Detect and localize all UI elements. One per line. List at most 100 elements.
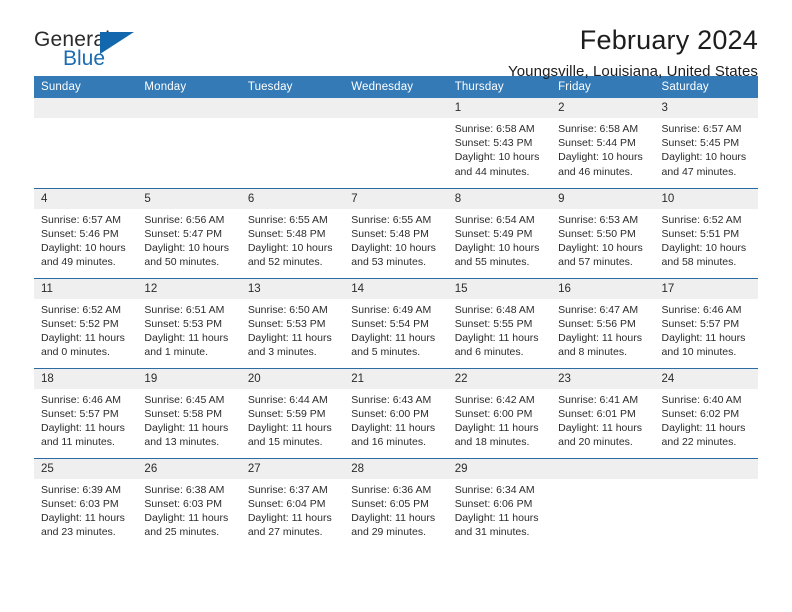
sun-info-line-sunset: Sunset: 6:06 PM <box>454 497 533 510</box>
sun-info-line-daylight-line2: and 15 minutes. <box>247 436 323 449</box>
day-sun-info: Sunrise: 6:39 AM Sunset: 6:03 PM Daylight:… <box>34 479 137 540</box>
sun-info-line-sunset: Sunset: 5:49 PM <box>454 227 533 240</box>
sun-info-line-sunrise: Sunrise: 6:38 AM <box>144 483 225 496</box>
calendar-day-cell[interactable]: 24 Sunrise: 6:40 AM Sunset: 6:02 PM Dayligh… <box>654 367 758 458</box>
sun-info-line-daylight-line2: and 47 minutes. <box>661 165 737 178</box>
day-number <box>654 458 758 479</box>
sun-info-line-daylight-line2: and 0 minutes. <box>41 346 110 359</box>
calendar-day-cell[interactable]: 17 Sunrise: 6:46 AM Sunset: 5:57 PM Dayligh… <box>654 277 758 368</box>
calendar-day-cell[interactable]: 11 Sunrise: 6:52 AM Sunset: 5:52 PM Dayligh… <box>34 277 138 368</box>
sun-info-line-sunset: Sunset: 6:04 PM <box>247 497 326 510</box>
day-sun-info: Sunrise: 6:55 AM Sunset: 5:48 PM Daylight:… <box>241 209 344 270</box>
sun-info-line-sunrise: Sunrise: 6:52 AM <box>661 213 742 226</box>
sun-info-line-sunset: Sunset: 6:03 PM <box>41 497 119 510</box>
calendar-day-cell[interactable]: 28 Sunrise: 6:36 AM Sunset: 6:05 PM Dayligh… <box>344 457 448 548</box>
sun-info-line-daylight-line2: and 20 minutes. <box>558 436 633 449</box>
day-number: 6 <box>240 188 345 209</box>
calendar-day-cell[interactable]: 3 Sunrise: 6:57 AM Sunset: 5:45 PM Daylight… <box>654 98 758 188</box>
day-number: 17 <box>654 278 758 299</box>
sun-info-line-sunrise: Sunrise: 6:41 AM <box>558 393 639 406</box>
calendar-day-cell[interactable]: 13 Sunrise: 6:50 AM Sunset: 5:53 PM Dayligh… <box>240 277 345 368</box>
sun-info-line-daylight-line2: and 10 minutes. <box>661 346 737 359</box>
day-number: 19 <box>137 368 241 389</box>
sun-info-line-sunrise: Sunrise: 6:55 AM <box>247 213 328 226</box>
sun-info-line-daylight-line1: Daylight: 10 hours <box>247 241 333 254</box>
calendar-day-cell[interactable]: 8 Sunrise: 6:54 AM Sunset: 5:49 PM Daylight… <box>447 187 552 278</box>
calendar-day-cell[interactable]: 20 Sunrise: 6:44 AM Sunset: 5:59 PM Dayligh… <box>240 367 345 458</box>
sun-info-line-daylight-line2: and 6 minutes. <box>454 346 524 359</box>
sun-info-line-daylight-line2: and 58 minutes. <box>661 256 737 269</box>
day-number: 9 <box>551 188 655 209</box>
sun-info-line-sunset: Sunset: 6:00 PM <box>454 407 533 420</box>
sunrise-sunset-calendar: Sunday Monday Tuesday Wednesday Thursday… <box>34 76 758 548</box>
calendar-day-cell[interactable]: 6 Sunrise: 6:55 AM Sunset: 5:48 PM Daylight… <box>240 187 345 278</box>
calendar-day-cell[interactable]: 10 Sunrise: 6:52 AM Sunset: 5:51 PM Dayligh… <box>654 187 758 278</box>
calendar-day-cell[interactable]: 5 Sunrise: 6:56 AM Sunset: 5:47 PM Daylight… <box>137 187 241 278</box>
sun-info-line-daylight-line2: and 50 minutes. <box>144 256 220 269</box>
calendar-day-cell[interactable]: 2 Sunrise: 6:58 AM Sunset: 5:44 PM Daylight… <box>551 98 655 188</box>
day-number: 22 <box>447 368 552 389</box>
sun-info-line-sunset: Sunset: 5:55 PM <box>454 317 533 330</box>
sun-info-line-daylight-line1: Daylight: 11 hours <box>41 331 125 344</box>
general-blue-logo[interactable]: General Blue <box>34 26 154 78</box>
day-number: 29 <box>447 458 552 479</box>
day-sun-info: Sunrise: 6:46 AM Sunset: 5:57 PM Daylight:… <box>655 299 758 360</box>
calendar-day-cell[interactable]: 7 Sunrise: 6:55 AM Sunset: 5:48 PM Daylight… <box>344 187 448 278</box>
calendar-day-cell[interactable]: 9 Sunrise: 6:53 AM Sunset: 5:50 PM Daylight… <box>551 187 655 278</box>
page-subtitle: Youngsville, Louisiana, United States <box>508 63 758 81</box>
page-title: February 2024 <box>579 25 758 55</box>
calendar-day-cell[interactable]: 21 Sunrise: 6:43 AM Sunset: 6:00 PM Dayligh… <box>344 367 448 458</box>
calendar-page: General Blue February 2024 Youngsville, … <box>0 0 792 612</box>
calendar-day-cell[interactable]: 16 Sunrise: 6:47 AM Sunset: 5:56 PM Dayligh… <box>551 277 655 368</box>
sun-info-line-daylight-line2: and 13 minutes. <box>144 436 220 449</box>
sun-info-line-sunset: Sunset: 5:59 PM <box>247 407 326 420</box>
sun-info-line-daylight-line2: and 57 minutes. <box>558 256 633 269</box>
sun-info-line-sunset: Sunset: 6:00 PM <box>351 407 429 420</box>
day-number: 18 <box>34 368 138 389</box>
calendar-day-cell[interactable]: 19 Sunrise: 6:45 AM Sunset: 5:58 PM Dayligh… <box>137 367 241 458</box>
sun-info-line-sunset: Sunset: 5:47 PM <box>144 227 223 240</box>
sun-info-line-daylight-line2: and 27 minutes. <box>247 526 323 539</box>
day-sun-info: Sunrise: 6:52 AM Sunset: 5:51 PM Daylight:… <box>655 209 758 270</box>
day-sun-info: Sunrise: 6:48 AM Sunset: 5:55 PM Daylight:… <box>448 299 551 360</box>
calendar-day-cell[interactable]: 22 Sunrise: 6:42 AM Sunset: 6:00 PM Dayligh… <box>447 367 552 458</box>
day-number <box>551 458 655 479</box>
sun-info-line-sunrise: Sunrise: 6:58 AM <box>558 123 639 135</box>
sun-info-line-sunrise: Sunrise: 6:39 AM <box>41 483 121 496</box>
sun-info-line-sunset: Sunset: 5:45 PM <box>661 137 740 150</box>
calendar-day-cell[interactable]: 26 Sunrise: 6:38 AM Sunset: 6:03 PM Dayligh… <box>137 457 241 548</box>
sun-info-line-daylight-line1: Daylight: 11 hours <box>351 331 436 344</box>
sun-info-line-sunrise: Sunrise: 6:49 AM <box>351 303 432 316</box>
sun-info-line-daylight-line2: and 18 minutes. <box>454 436 530 449</box>
calendar-day-cell[interactable]: 25 Sunrise: 6:39 AM Sunset: 6:03 PM Dayligh… <box>34 457 138 548</box>
calendar-day-cell[interactable]: 4 Sunrise: 6:57 AM Sunset: 5:46 PM Daylight… <box>34 187 138 278</box>
calendar-week-row: 11 Sunrise: 6:52 AM Sunset: 5:52 PM Dayligh… <box>34 277 758 368</box>
day-sun-info: Sunrise: 6:56 AM Sunset: 5:47 PM Daylight:… <box>137 209 240 270</box>
sun-info-line-sunrise: Sunrise: 6:56 AM <box>144 213 225 226</box>
day-sun-info: Sunrise: 6:38 AM Sunset: 6:03 PM Daylight:… <box>137 479 240 540</box>
day-number: 8 <box>447 188 552 209</box>
sun-info-line-daylight-line1: Daylight: 11 hours <box>247 421 332 434</box>
day-number: 24 <box>654 368 758 389</box>
sun-info-line-daylight-line1: Daylight: 11 hours <box>661 331 746 344</box>
sun-info-line-daylight-line2: and 22 minutes. <box>661 436 737 449</box>
sun-info-line-sunrise: Sunrise: 6:40 AM <box>661 393 742 406</box>
sun-info-line-daylight-line2: and 1 minute. <box>144 346 209 359</box>
calendar-week-row: 1 Sunrise: 6:58 AM Sunset: 5:43 PM Daylight… <box>34 98 758 188</box>
day-sun-info: Sunrise: 6:49 AM Sunset: 5:54 PM Daylight:… <box>344 299 447 360</box>
calendar-day-cell[interactable]: 1 Sunrise: 6:58 AM Sunset: 5:43 PM Daylight… <box>447 98 552 188</box>
calendar-day-cell[interactable]: 23 Sunrise: 6:41 AM Sunset: 6:01 PM Dayligh… <box>551 367 655 458</box>
sun-info-line-daylight-line1: Daylight: 11 hours <box>247 331 332 344</box>
calendar-day-cell[interactable]: 29 Sunrise: 6:34 AM Sunset: 6:06 PM Dayligh… <box>447 457 552 548</box>
calendar-day-cell[interactable]: 18 Sunrise: 6:46 AM Sunset: 5:57 PM Dayligh… <box>34 367 138 458</box>
sun-info-line-daylight-line1: Daylight: 11 hours <box>247 511 332 524</box>
day-number: 21 <box>344 368 448 389</box>
calendar-day-cell[interactable]: 14 Sunrise: 6:49 AM Sunset: 5:54 PM Dayligh… <box>344 277 448 368</box>
calendar-day-cell[interactable]: 12 Sunrise: 6:51 AM Sunset: 5:53 PM Dayligh… <box>137 277 241 368</box>
day-number <box>137 98 241 118</box>
sun-info-line-daylight-line2: and 11 minutes. <box>41 436 115 449</box>
calendar-day-cell[interactable]: 15 Sunrise: 6:48 AM Sunset: 5:55 PM Dayligh… <box>447 277 552 368</box>
calendar-day-cell[interactable]: 27 Sunrise: 6:37 AM Sunset: 6:04 PM Dayligh… <box>240 457 345 548</box>
day-number: 23 <box>551 368 655 389</box>
calendar-day-cell-empty <box>344 98 448 188</box>
